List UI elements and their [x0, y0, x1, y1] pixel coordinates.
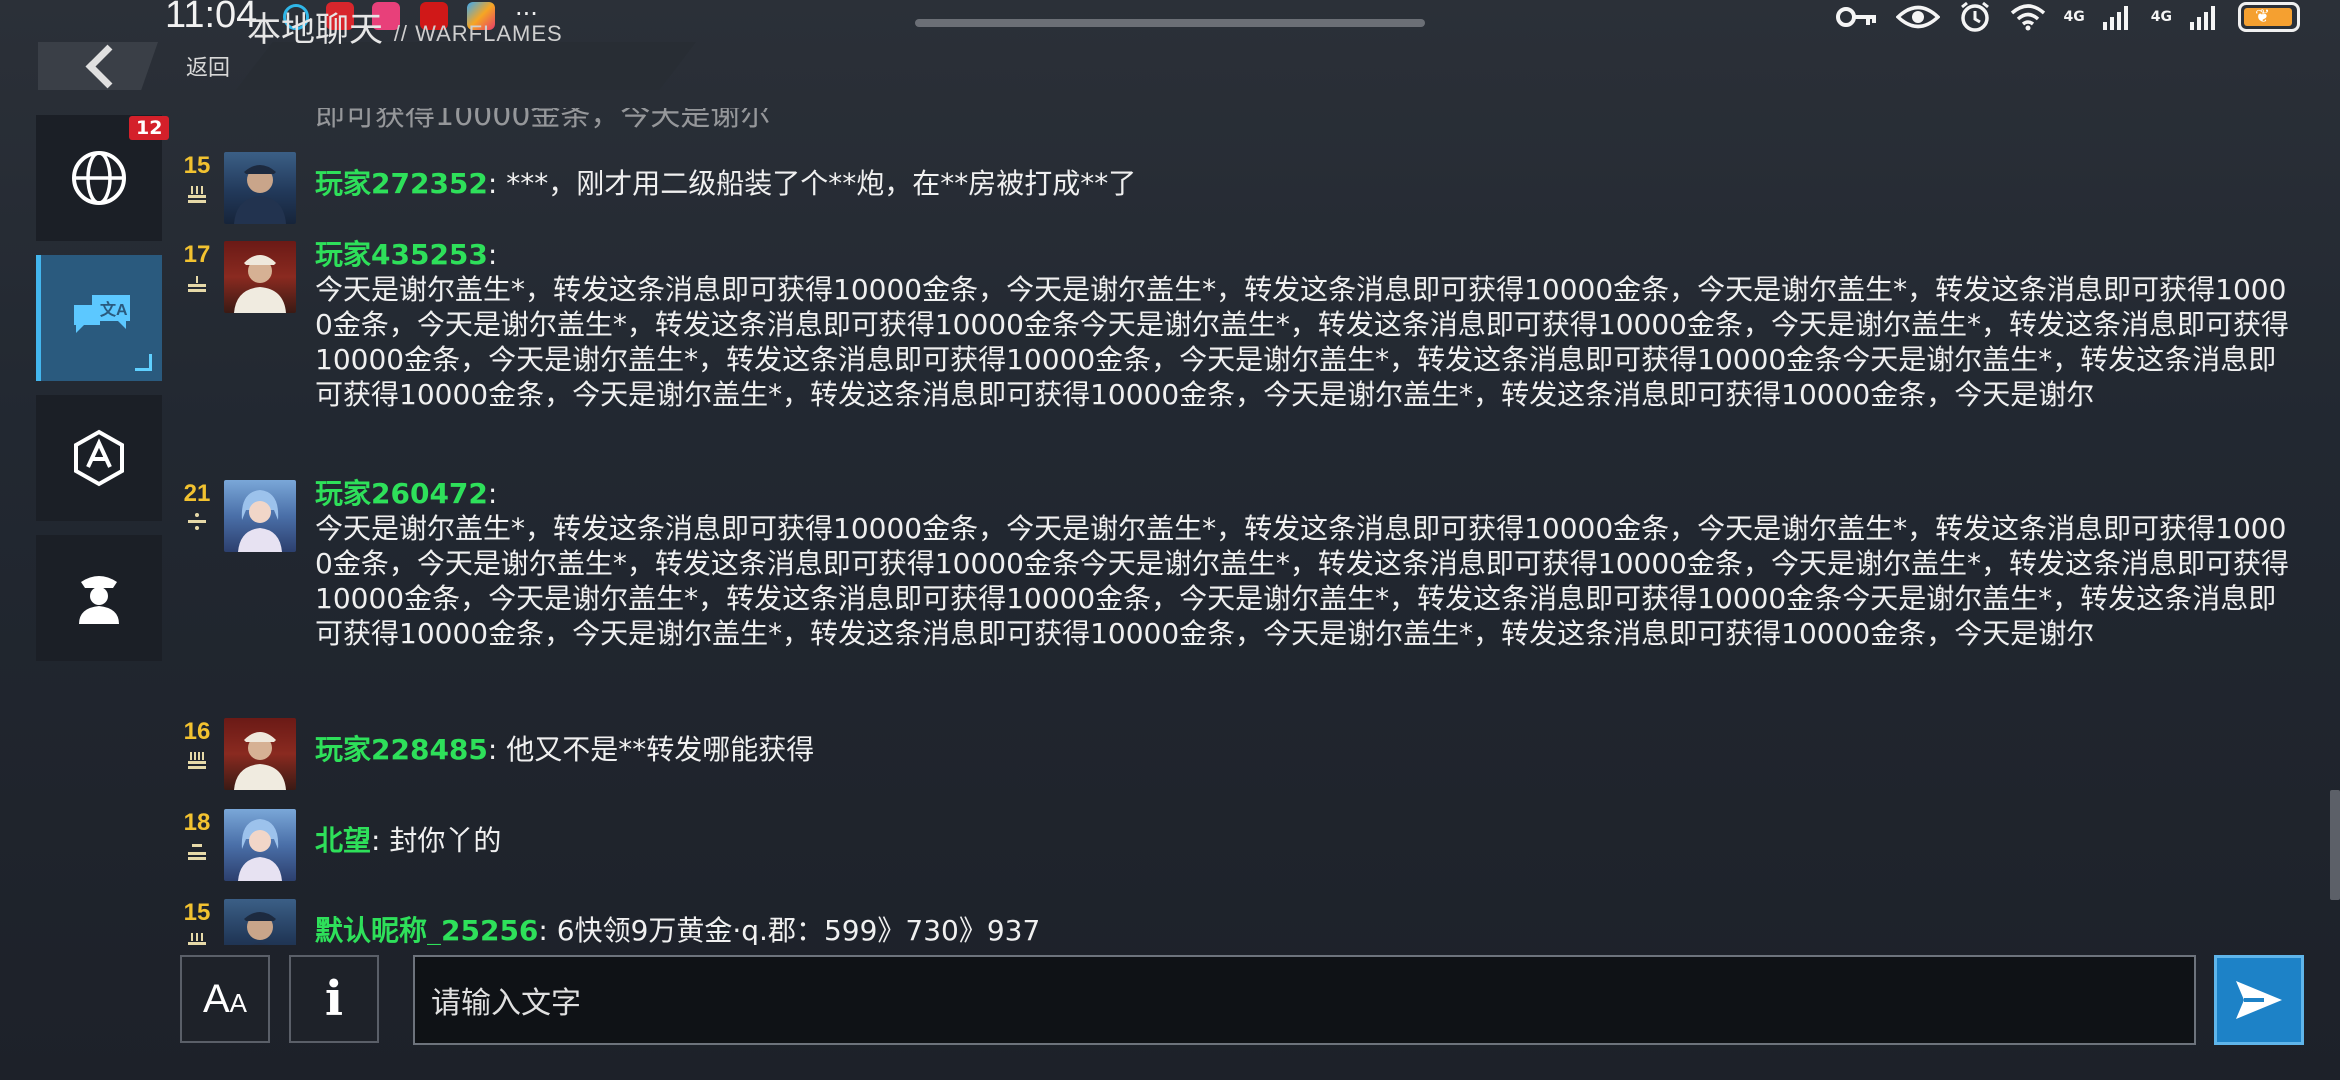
message-text: : 今天是谢尔盖生*，转发这条消息即可获得10000金条，今天是谢尔盖生*，转发… — [315, 238, 2289, 411]
avatar[interactable] — [224, 809, 296, 881]
avatar[interactable] — [224, 152, 296, 224]
avatar[interactable] — [224, 899, 296, 945]
alarm-icon — [1960, 1, 1989, 32]
active-corner-marker — [135, 354, 152, 371]
info-button[interactable]: i — [289, 955, 379, 1043]
chat-scrollbar[interactable] — [2330, 790, 2340, 900]
unread-badge: 12 — [129, 116, 170, 140]
player-level: 15 — [183, 152, 211, 179]
translate-chat-icon: 文A — [73, 295, 130, 333]
back-button[interactable] — [38, 42, 158, 90]
rank-insignia-icon — [188, 276, 206, 292]
sidebar-item-alliance[interactable] — [36, 395, 162, 521]
message-text: : 6快领9万黄金·q.郡：599》730》937 — [538, 914, 1041, 945]
player-name[interactable]: 玩家435253 — [315, 238, 488, 271]
player-level: 15 — [183, 899, 211, 926]
chat-input[interactable]: 请输入文字 — [413, 955, 2196, 1045]
player-name[interactable]: 玩家272352 — [315, 167, 488, 200]
rank-insignia-icon — [188, 186, 206, 203]
signal-icon — [2102, 6, 2128, 30]
wifi-icon — [2010, 4, 2045, 31]
rank-insignia-icon — [188, 844, 206, 860]
player-level: 17 — [183, 241, 211, 268]
partial-message-text: 即可获得10000金条，今天是谢尔 — [315, 100, 771, 133]
player-level: 21 — [183, 480, 211, 507]
page-title: 本地聊天 // WARFLAMES — [247, 2, 563, 51]
leaf-icon: ❦ — [2255, 6, 2271, 27]
key-icon — [1835, 7, 1876, 27]
sidebar-item-officer[interactable] — [36, 535, 162, 661]
rank-insignia-icon — [188, 752, 206, 769]
rank-insignia-icon — [188, 933, 206, 945]
message-content: 玩家272352: ***，刚才用二级船装了个**炮，在**房被打成**了 — [315, 166, 2300, 201]
player-level: 16 — [183, 718, 211, 745]
player-name[interactable]: 北望 — [315, 824, 371, 857]
send-button[interactable] — [2214, 955, 2304, 1045]
globe-icon — [72, 151, 126, 205]
message-content: 玩家228485: 他又不是**转发哪能获得 — [315, 732, 2300, 767]
message-content: 默认昵称_25256: 6快领9万黄金·q.郡：599》730》937 — [315, 913, 2300, 945]
player-name[interactable]: 默认昵称_25256 — [315, 914, 538, 945]
send-icon — [2236, 981, 2282, 1019]
font-size-button[interactable]: AA — [180, 955, 270, 1043]
sidebar-item-local-chat[interactable]: 文A — [36, 255, 162, 381]
message-content: 北望: 封你丫的 — [315, 823, 2300, 858]
player-level: 18 — [183, 809, 211, 836]
message-text: : 他又不是**转发哪能获得 — [487, 733, 815, 766]
status-time: 11:04 — [165, 0, 258, 36]
message-content: 玩家435253: 今天是谢尔盖生*，转发这条消息即可获得10000金条，今天是… — [315, 237, 2300, 412]
svg-text:文A: 文A — [100, 300, 128, 319]
font-size-icon: AA — [202, 976, 248, 1021]
message-text: : 今天是谢尔盖生*，转发这条消息即可获得10000金条，今天是谢尔盖生*，转发… — [315, 477, 2289, 650]
page-title-text: 本地聊天 — [247, 10, 383, 50]
signal-icon — [2190, 6, 2215, 30]
battery-icon: ❦ — [2238, 2, 2300, 32]
chevron-left-icon — [85, 44, 129, 88]
player-name[interactable]: 玩家260472 — [315, 477, 488, 510]
message-content: 玩家260472: 今天是谢尔盖生*，转发这条消息即可获得10000金条，今天是… — [315, 476, 2300, 651]
message-text: : 封你丫的 — [371, 824, 502, 857]
rank-insignia-icon — [188, 513, 206, 530]
eye-icon — [1895, 5, 1940, 29]
info-icon: i — [324, 971, 344, 1027]
player-name[interactable]: 玩家228485 — [315, 733, 488, 766]
page-subtitle: // WARFLAMES — [393, 21, 563, 46]
officer-icon — [79, 576, 119, 624]
drag-handle[interactable] — [915, 19, 1425, 27]
message-text: : ***，刚才用二级船装了个**炮，在**房被打成**了 — [487, 167, 1137, 200]
alliance-emblem-icon — [74, 429, 124, 487]
network-type-1: 4G — [2063, 9, 2085, 25]
network-type-2: 4G — [2150, 9, 2172, 25]
avatar[interactable] — [224, 241, 296, 313]
chat-message-list[interactable]: 即可获得10000金条，今天是谢尔 15 玩家272352: ***，刚才用二级… — [180, 100, 2310, 945]
avatar[interactable] — [224, 480, 296, 552]
chat-input-placeholder: 请输入文字 — [431, 986, 581, 1021]
avatar[interactable] — [224, 718, 296, 790]
sidebar-item-world[interactable]: 12 — [36, 115, 170, 241]
